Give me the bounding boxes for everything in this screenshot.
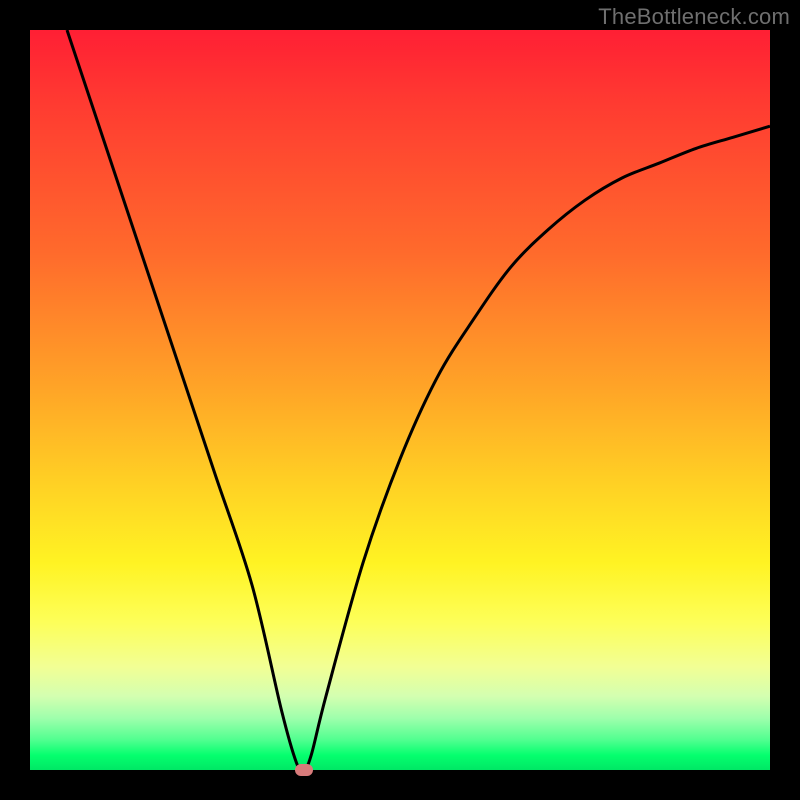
optimal-point-marker [295,764,313,776]
attribution-text: TheBottleneck.com [598,4,790,30]
chart-frame [30,30,770,770]
bottleneck-curve [30,30,770,770]
curve-path [67,30,770,770]
